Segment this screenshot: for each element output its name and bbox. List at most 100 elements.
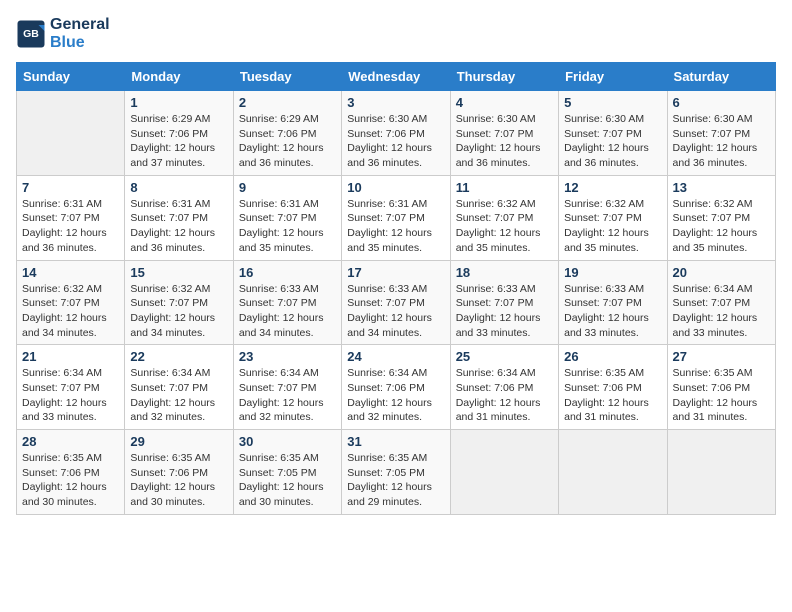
day-info: Sunrise: 6:32 AM Sunset: 7:07 PM Dayligh…: [22, 282, 119, 341]
day-number: 1: [130, 95, 227, 110]
calendar-cell: [667, 430, 775, 515]
day-number: 17: [347, 265, 444, 280]
day-number: 27: [673, 349, 770, 364]
weekday-header: Sunday: [17, 63, 125, 91]
day-info: Sunrise: 6:32 AM Sunset: 7:07 PM Dayligh…: [564, 197, 661, 256]
page-header: GB General Blue: [16, 16, 776, 52]
day-info: Sunrise: 6:32 AM Sunset: 7:07 PM Dayligh…: [456, 197, 553, 256]
calendar-cell: 1 Sunrise: 6:29 AM Sunset: 7:06 PM Daylig…: [125, 91, 233, 176]
calendar-cell: 7 Sunrise: 6:31 AM Sunset: 7:07 PM Daylig…: [17, 175, 125, 260]
calendar-cell: 26 Sunrise: 6:35 AM Sunset: 7:06 PM Dayli…: [559, 345, 667, 430]
day-number: 6: [673, 95, 770, 110]
day-info: Sunrise: 6:34 AM Sunset: 7:07 PM Dayligh…: [673, 282, 770, 341]
logo-line1: General: [50, 16, 110, 34]
calendar-cell: [17, 91, 125, 176]
day-number: 14: [22, 265, 119, 280]
day-info: Sunrise: 6:35 AM Sunset: 7:06 PM Dayligh…: [130, 451, 227, 510]
calendar-cell: 4 Sunrise: 6:30 AM Sunset: 7:07 PM Daylig…: [450, 91, 558, 176]
day-info: Sunrise: 6:29 AM Sunset: 7:06 PM Dayligh…: [130, 112, 227, 171]
day-info: Sunrise: 6:35 AM Sunset: 7:06 PM Dayligh…: [673, 366, 770, 425]
svg-text:GB: GB: [23, 28, 39, 40]
weekday-header: Saturday: [667, 63, 775, 91]
day-number: 22: [130, 349, 227, 364]
day-number: 13: [673, 180, 770, 195]
day-info: Sunrise: 6:33 AM Sunset: 7:07 PM Dayligh…: [347, 282, 444, 341]
calendar-cell: 22 Sunrise: 6:34 AM Sunset: 7:07 PM Dayli…: [125, 345, 233, 430]
day-info: Sunrise: 6:29 AM Sunset: 7:06 PM Dayligh…: [239, 112, 336, 171]
day-number: 10: [347, 180, 444, 195]
day-number: 24: [347, 349, 444, 364]
calendar-cell: 6 Sunrise: 6:30 AM Sunset: 7:07 PM Daylig…: [667, 91, 775, 176]
day-number: 31: [347, 434, 444, 449]
day-info: Sunrise: 6:31 AM Sunset: 7:07 PM Dayligh…: [22, 197, 119, 256]
calendar-cell: 21Sunrise: 6:34 AM Sunset: 7:07 PM Dayli…: [17, 345, 125, 430]
calendar-cell: 23Sunrise: 6:34 AM Sunset: 7:07 PM Dayli…: [233, 345, 341, 430]
day-info: Sunrise: 6:33 AM Sunset: 7:07 PM Dayligh…: [239, 282, 336, 341]
day-info: Sunrise: 6:30 AM Sunset: 7:07 PM Dayligh…: [456, 112, 553, 171]
day-number: 4: [456, 95, 553, 110]
day-number: 7: [22, 180, 119, 195]
calendar-cell: 2 Sunrise: 6:29 AM Sunset: 7:06 PM Daylig…: [233, 91, 341, 176]
calendar-cell: 16 Sunrise: 6:33 AM Sunset: 7:07 PM Dayli…: [233, 260, 341, 345]
day-info: Sunrise: 6:30 AM Sunset: 7:07 PM Dayligh…: [564, 112, 661, 171]
day-info: Sunrise: 6:34 AM Sunset: 7:06 PM Dayligh…: [347, 366, 444, 425]
calendar-cell: [559, 430, 667, 515]
day-info: Sunrise: 6:32 AM Sunset: 7:07 PM Dayligh…: [130, 282, 227, 341]
weekday-header-row: SundayMondayTuesdayWednesdayThursdayFrid…: [17, 63, 776, 91]
calendar-week-row: 14 Sunrise: 6:32 AM Sunset: 7:07 PM Dayli…: [17, 260, 776, 345]
day-number: 16: [239, 265, 336, 280]
day-number: 8: [130, 180, 227, 195]
day-number: 12: [564, 180, 661, 195]
calendar-cell: [450, 430, 558, 515]
calendar-cell: 5 Sunrise: 6:30 AM Sunset: 7:07 PM Daylig…: [559, 91, 667, 176]
calendar-week-row: 28 Sunrise: 6:35 AM Sunset: 7:06 PM Dayli…: [17, 430, 776, 515]
day-number: 2: [239, 95, 336, 110]
day-info: Sunrise: 6:35 AM Sunset: 7:05 PM Dayligh…: [239, 451, 336, 510]
day-info: Sunrise: 6:31 AM Sunset: 7:07 PM Dayligh…: [239, 197, 336, 256]
calendar-cell: 17 Sunrise: 6:33 AM Sunset: 7:07 PM Dayli…: [342, 260, 450, 345]
day-info: Sunrise: 6:34 AM Sunset: 7:07 PM Dayligh…: [130, 366, 227, 425]
day-info: Sunrise: 6:31 AM Sunset: 7:07 PM Dayligh…: [347, 197, 444, 256]
day-number: 18: [456, 265, 553, 280]
calendar-week-row: 7 Sunrise: 6:31 AM Sunset: 7:07 PM Daylig…: [17, 175, 776, 260]
weekday-header: Monday: [125, 63, 233, 91]
logo-line2: Blue: [50, 34, 110, 52]
calendar-cell: 3 Sunrise: 6:30 AM Sunset: 7:06 PM Daylig…: [342, 91, 450, 176]
day-number: 11: [456, 180, 553, 195]
day-info: Sunrise: 6:30 AM Sunset: 7:06 PM Dayligh…: [347, 112, 444, 171]
day-number: 26: [564, 349, 661, 364]
day-info: Sunrise: 6:32 AM Sunset: 7:07 PM Dayligh…: [673, 197, 770, 256]
day-number: 3: [347, 95, 444, 110]
logo: GB General Blue: [16, 16, 110, 52]
day-number: 20: [673, 265, 770, 280]
day-number: 29: [130, 434, 227, 449]
calendar-cell: 10 Sunrise: 6:31 AM Sunset: 7:07 PM Dayli…: [342, 175, 450, 260]
calendar-cell: 12 Sunrise: 6:32 AM Sunset: 7:07 PM Dayli…: [559, 175, 667, 260]
weekday-header: Tuesday: [233, 63, 341, 91]
day-info: Sunrise: 6:34 AM Sunset: 7:07 PM Dayligh…: [22, 366, 119, 425]
day-number: 25: [456, 349, 553, 364]
day-number: 23: [239, 349, 336, 364]
day-number: 15: [130, 265, 227, 280]
calendar-cell: 8 Sunrise: 6:31 AM Sunset: 7:07 PM Daylig…: [125, 175, 233, 260]
day-number: 30: [239, 434, 336, 449]
calendar-week-row: 1 Sunrise: 6:29 AM Sunset: 7:06 PM Daylig…: [17, 91, 776, 176]
day-info: Sunrise: 6:33 AM Sunset: 7:07 PM Dayligh…: [564, 282, 661, 341]
calendar-cell: 29 Sunrise: 6:35 AM Sunset: 7:06 PM Dayli…: [125, 430, 233, 515]
calendar-cell: 24 Sunrise: 6:34 AM Sunset: 7:06 PM Dayli…: [342, 345, 450, 430]
calendar-cell: 28Sunrise: 6:35 AM Sunset: 7:06 PM Dayli…: [17, 430, 125, 515]
calendar-cell: 20 Sunrise: 6:34 AM Sunset: 7:07 PM Dayli…: [667, 260, 775, 345]
day-info: Sunrise: 6:35 AM Sunset: 7:06 PM Dayligh…: [564, 366, 661, 425]
calendar-cell: 18Sunrise: 6:33 AM Sunset: 7:07 PM Dayli…: [450, 260, 558, 345]
day-info: Sunrise: 6:31 AM Sunset: 7:07 PM Dayligh…: [130, 197, 227, 256]
weekday-header: Friday: [559, 63, 667, 91]
calendar-week-row: 21Sunrise: 6:34 AM Sunset: 7:07 PM Dayli…: [17, 345, 776, 430]
day-number: 19: [564, 265, 661, 280]
calendar-cell: 25Sunrise: 6:34 AM Sunset: 7:06 PM Dayli…: [450, 345, 558, 430]
day-number: 28: [22, 434, 119, 449]
calendar-cell: 19 Sunrise: 6:33 AM Sunset: 7:07 PM Dayli…: [559, 260, 667, 345]
day-number: 5: [564, 95, 661, 110]
calendar-cell: 11 Sunrise: 6:32 AM Sunset: 7:07 PM Dayli…: [450, 175, 558, 260]
day-info: Sunrise: 6:30 AM Sunset: 7:07 PM Dayligh…: [673, 112, 770, 171]
calendar-table: SundayMondayTuesdayWednesdayThursdayFrid…: [16, 62, 776, 515]
